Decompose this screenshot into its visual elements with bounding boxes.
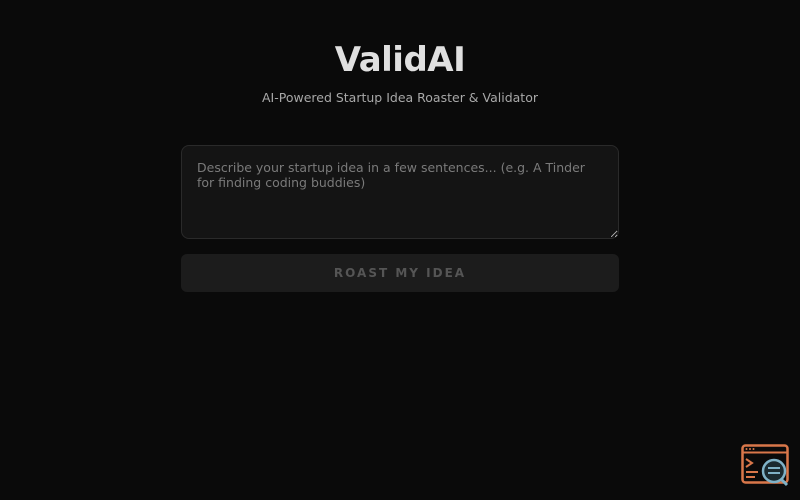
app-subtitle: AI-Powered Startup Idea Roaster & Valida…: [261, 90, 538, 105]
browser-search-icon: [741, 444, 789, 487]
app-title: ValidAI: [334, 40, 466, 80]
roast-my-idea-button[interactable]: ROAST MY IDEA: [181, 254, 619, 292]
startup-idea-input[interactable]: [181, 145, 619, 239]
devtools-widget-button[interactable]: [741, 444, 791, 488]
page: ValidAI AI-Powered Startup Idea Roaster …: [0, 0, 800, 500]
